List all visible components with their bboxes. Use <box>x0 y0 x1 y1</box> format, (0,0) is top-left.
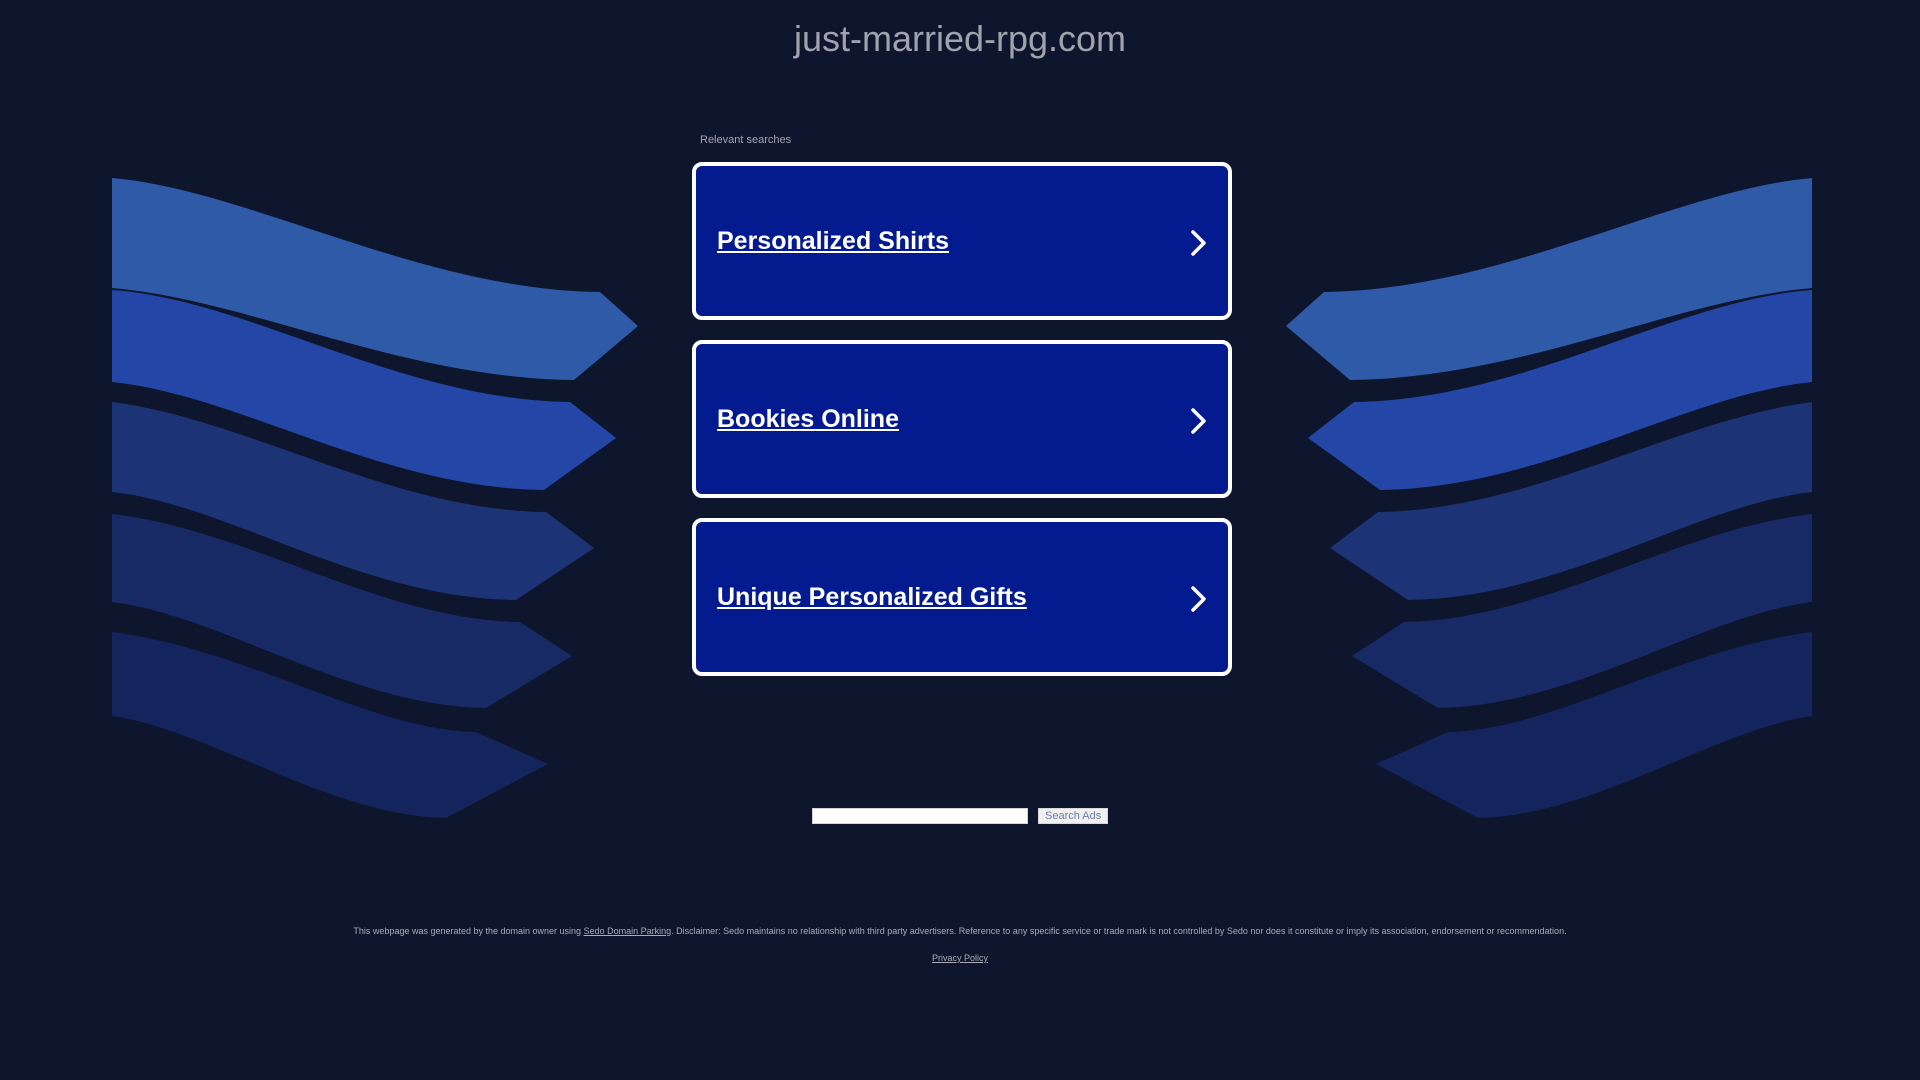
domain-title: just-married-rpg.com <box>793 18 1127 59</box>
relevant-searches-label: Relevant searches <box>700 134 792 146</box>
chevron-right-icon <box>1191 230 1206 256</box>
result-link[interactable]: Bookies Online <box>717 405 899 434</box>
privacy-section: Privacy Policy <box>0 953 1920 963</box>
result-card-personalized-shirts[interactable]: Personalized Shirts <box>692 162 1232 320</box>
chevron-right-icon <box>1191 408 1206 434</box>
result-link[interactable]: Unique Personalized Gifts <box>717 583 1027 612</box>
result-card-unique-personalized-gifts[interactable]: Unique Personalized Gifts <box>692 518 1232 676</box>
result-link[interactable]: Personalized Shirts <box>717 227 949 256</box>
privacy-policy-link[interactable]: Privacy Policy <box>932 953 988 963</box>
search-ads-button[interactable]: Search Ads <box>1038 808 1109 824</box>
sedo-domain-parking-link[interactable]: Sedo Domain Parking <box>584 926 672 936</box>
disclaimer-prefix: This webpage was generated by the domain… <box>353 926 582 936</box>
result-card-bookies-online[interactable]: Bookies Online <box>692 340 1232 498</box>
parking-page: just-married-rpg.com Relevant searches P… <box>0 0 1920 1080</box>
disclaimer: This webpage was generated by the domain… <box>0 926 1920 936</box>
search-input[interactable] <box>812 808 1028 824</box>
search-bar: Search Ads <box>812 808 1109 824</box>
disclaimer-suffix: . Disclaimer: Sedo maintains no relation… <box>671 926 1567 936</box>
chevron-right-icon <box>1191 586 1206 612</box>
results-list: Personalized Shirts Bookies Online Uniqu… <box>692 162 1232 696</box>
